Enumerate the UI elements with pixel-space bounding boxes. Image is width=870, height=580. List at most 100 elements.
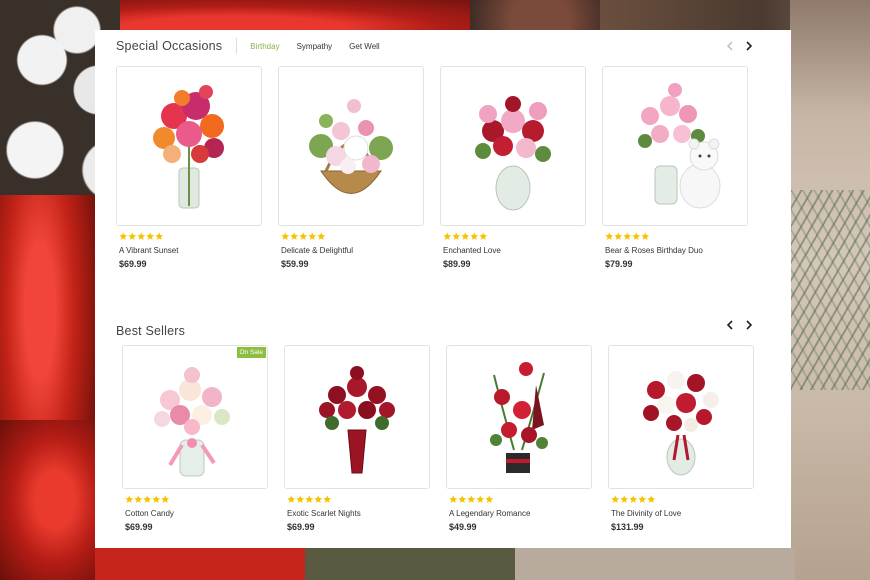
chevron-right-icon[interactable] <box>742 319 754 331</box>
star-icon <box>638 495 647 503</box>
product-image-mixed-bouquet[interactable] <box>116 66 262 226</box>
star-icon <box>128 232 137 240</box>
background-red-rose-left-lower <box>0 420 100 580</box>
rating-stars <box>125 495 268 504</box>
star-icon <box>323 495 332 503</box>
star-icon <box>143 495 152 503</box>
product-price: $69.99 <box>287 521 315 532</box>
product-price: $131.99 <box>611 521 644 532</box>
tab-sympathy[interactable]: Sympathy <box>297 42 333 51</box>
star-icon <box>467 495 476 503</box>
section-title: Best Sellers <box>116 324 186 338</box>
star-icon <box>281 232 290 240</box>
rating-stars <box>449 495 592 504</box>
rating-stars <box>119 232 262 241</box>
background-bottom-strip <box>95 548 795 580</box>
star-icon <box>443 232 452 240</box>
rating-stars <box>287 495 430 504</box>
chevron-left-icon[interactable] <box>724 40 736 52</box>
on-sale-badge: On Sale <box>236 347 266 358</box>
star-icon <box>476 495 485 503</box>
star-icon <box>632 232 641 240</box>
star-icon <box>290 232 299 240</box>
product-image-exotic-scarlet-nights[interactable] <box>284 345 430 489</box>
star-icon <box>137 232 146 240</box>
product-price: $69.99 <box>119 258 147 269</box>
product-card[interactable]: Exotic Scarlet Nights $69.99 <box>284 345 430 532</box>
star-icon <box>470 232 479 240</box>
special-occasions-products: A Vibrant Sunset $69.99 Delicate & Delig… <box>116 66 764 269</box>
background-pine-needles <box>790 190 870 390</box>
star-icon <box>479 232 488 240</box>
tab-get-well[interactable]: Get Well <box>349 42 380 51</box>
product-name[interactable]: A Legendary Romance <box>449 509 592 518</box>
rating-stars <box>281 232 424 241</box>
product-card[interactable]: Delicate & Delightful $59.99 <box>278 66 424 269</box>
section-title: Special Occasions <box>116 39 223 53</box>
product-price: $69.99 <box>125 521 153 532</box>
product-price: $59.99 <box>281 258 309 269</box>
star-icon <box>647 495 656 503</box>
star-icon <box>134 495 143 503</box>
product-name[interactable]: Exotic Scarlet Nights <box>287 509 430 518</box>
tab-birthday[interactable]: Birthday <box>250 42 279 51</box>
divider <box>236 38 238 54</box>
rating-stars <box>605 232 748 241</box>
chevron-left-icon[interactable] <box>724 319 736 331</box>
star-icon <box>611 495 620 503</box>
star-icon <box>155 232 164 240</box>
star-icon <box>629 495 638 503</box>
star-icon <box>641 232 650 240</box>
product-card[interactable]: The Divinity of Love $131.99 <box>608 345 754 532</box>
star-icon <box>287 495 296 503</box>
product-name[interactable]: Bear & Roses Birthday Duo <box>605 246 748 255</box>
product-price: $79.99 <box>605 258 633 269</box>
rating-stars <box>443 232 586 241</box>
star-icon <box>461 232 470 240</box>
star-icon <box>317 232 326 240</box>
product-name[interactable]: The Divinity of Love <box>611 509 754 518</box>
product-card[interactable]: Bear & Roses Birthday Duo $79.99 <box>602 66 748 269</box>
star-icon <box>485 495 494 503</box>
product-name[interactable]: Enchanted Love <box>443 246 586 255</box>
product-name[interactable]: A Vibrant Sunset <box>119 246 262 255</box>
star-icon <box>458 495 467 503</box>
star-icon <box>620 495 629 503</box>
product-name[interactable]: Delicate & Delightful <box>281 246 424 255</box>
product-card[interactable]: A Vibrant Sunset $69.99 <box>116 66 262 269</box>
product-price: $89.99 <box>443 258 471 269</box>
star-icon <box>452 232 461 240</box>
best-sellers-header: Best Sellers <box>116 324 185 338</box>
chevron-right-icon[interactable] <box>742 40 754 52</box>
star-icon <box>614 232 623 240</box>
product-panel: Special Occasions Birthday Sympathy Get … <box>95 30 791 548</box>
rating-stars <box>611 495 754 504</box>
star-icon <box>161 495 170 503</box>
star-icon <box>623 232 632 240</box>
special-occasions-carousel-nav <box>724 40 754 52</box>
product-name[interactable]: Cotton Candy <box>125 509 268 518</box>
star-icon <box>119 232 128 240</box>
star-icon <box>152 495 161 503</box>
star-icon <box>449 495 458 503</box>
product-card[interactable]: A Legendary Romance $49.99 <box>446 345 592 532</box>
product-image-legendary-romance[interactable] <box>446 345 592 489</box>
star-icon <box>146 232 155 240</box>
product-image-cotton-candy[interactable]: On Sale <box>122 345 268 489</box>
star-icon <box>299 232 308 240</box>
product-image-lily-basket[interactable] <box>278 66 424 226</box>
star-icon <box>308 232 317 240</box>
star-icon <box>305 495 314 503</box>
product-image-red-roses-lilies[interactable] <box>440 66 586 226</box>
product-image-divinity-of-love[interactable] <box>608 345 754 489</box>
special-occasions-header: Special Occasions Birthday Sympathy Get … <box>116 38 397 54</box>
product-price: $49.99 <box>449 521 477 532</box>
product-card[interactable]: Enchanted Love $89.99 <box>440 66 586 269</box>
star-icon <box>296 495 305 503</box>
star-icon <box>605 232 614 240</box>
star-icon <box>125 495 134 503</box>
product-card[interactable]: On Sale Cotton Candy $69.99 <box>122 345 268 532</box>
best-sellers-products: On Sale Cotton Candy $69.99 Exotic Scarl… <box>122 345 770 532</box>
product-image-bear-and-roses[interactable] <box>602 66 748 226</box>
best-sellers-carousel-nav <box>724 319 754 331</box>
